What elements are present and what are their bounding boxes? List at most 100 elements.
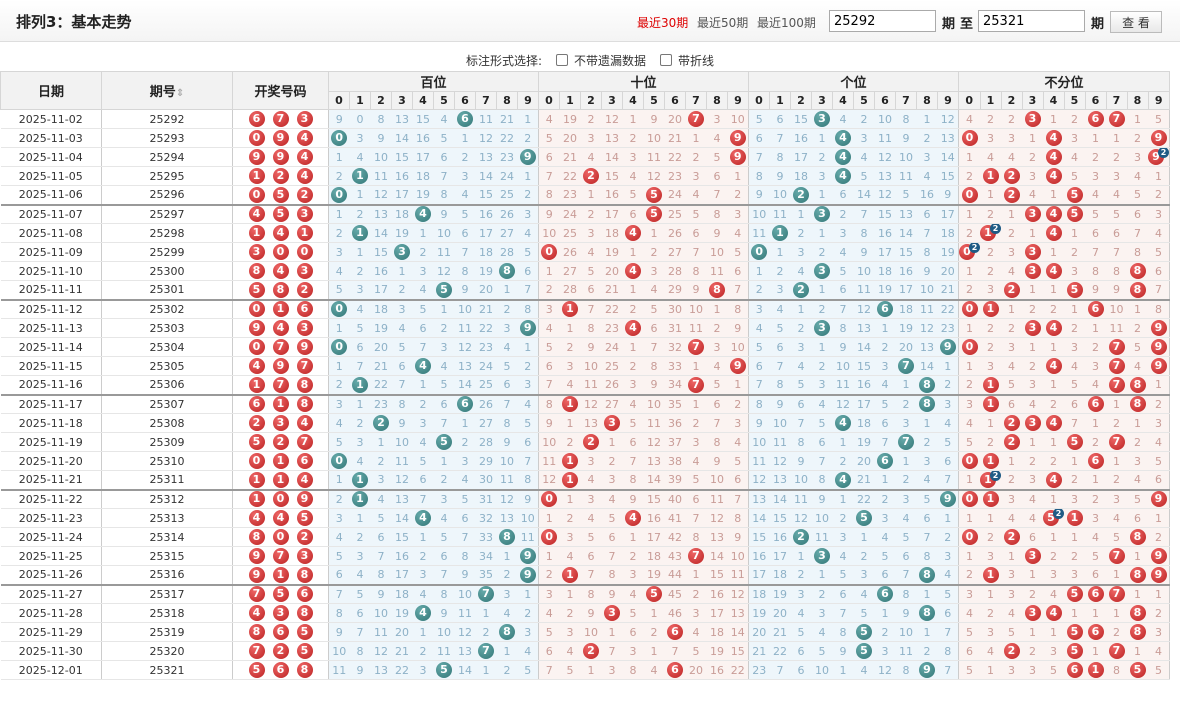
period-100-link[interactable]: 最近100期 [757, 14, 816, 31]
trend-cell: 14 [748, 508, 770, 528]
trend-cell: 8 [496, 261, 518, 281]
trend-cell: 1 [811, 280, 833, 300]
trend-cell: 9 [538, 413, 560, 433]
win-ball: 7 [248, 586, 265, 603]
trend-cell: 5 [412, 298, 434, 319]
trend-cell: 4 [517, 393, 539, 414]
from-issue-input[interactable] [829, 10, 936, 32]
trend-cell: 1 [370, 432, 392, 452]
hit-ball: 1 [982, 376, 999, 393]
date-cell: 2025-11-29 [0, 622, 102, 642]
win-ball: 9 [272, 358, 289, 374]
date-header[interactable]: 日期 [0, 71, 102, 110]
trend-cell: 4 [1043, 261, 1064, 281]
trend-cell: 5 [790, 622, 812, 642]
trend-cell: 1 [811, 128, 833, 148]
trend-cell: 4 [433, 508, 455, 528]
trend-cell: 34 [475, 546, 497, 566]
trend-cell: 22 [937, 298, 959, 319]
digit-header: 3 [391, 91, 413, 110]
hit-ball: 5 [856, 624, 872, 640]
trend-cell: 2 [433, 470, 455, 490]
no-missing-label[interactable]: 不带遗漏数据 [574, 54, 646, 68]
trend-cell: 9 [517, 565, 539, 585]
trend-cell: 3 [980, 622, 1001, 642]
period-50-link[interactable]: 最近50期 [697, 14, 748, 31]
trend-cell: 12 [980, 470, 1001, 490]
trend-cell: 1 [412, 223, 434, 243]
hit-ball: 3 [1024, 206, 1041, 223]
trend-cell: 8 [748, 166, 770, 186]
win-number-cell: 016 [232, 451, 329, 471]
trend-cell: 15 [412, 109, 434, 129]
trend-cell: 3 [1043, 641, 1064, 661]
win-number-cell: 994 [232, 147, 329, 167]
trend-cell: 3 [1148, 203, 1170, 224]
no-missing-checkbox[interactable] [556, 54, 568, 66]
trend-cell: 1 [685, 393, 707, 414]
trend-cell: 3 [454, 451, 476, 471]
trend-cell: 1 [328, 203, 350, 224]
trend-cell: 8 [685, 527, 707, 547]
digit-header: 1 [349, 91, 371, 110]
trend-cell: 3 [1064, 565, 1085, 585]
trend-cell: 1 [916, 583, 938, 604]
win-ball: 6 [248, 111, 265, 127]
trend-cell: 2 [1022, 356, 1043, 376]
trend-cell: 9 [1148, 546, 1170, 566]
trend-cell: 1 [328, 147, 350, 167]
to-issue-input[interactable] [978, 10, 1085, 32]
trend-cell: 1 [559, 318, 581, 338]
win-number-cell: 673 [232, 109, 329, 129]
trend-cell: 7 [370, 546, 392, 566]
trend-cell: 1 [1085, 660, 1106, 680]
trend-cell: 7 [643, 337, 665, 357]
period-30-link[interactable]: 最近30期 [637, 14, 688, 31]
trend-cell: 6 [454, 508, 476, 528]
hit-ball: 4 [1045, 168, 1062, 184]
win-ball: 1 [248, 471, 265, 488]
trend-cell: 15 [391, 527, 413, 547]
trend-cell: 3 [1001, 242, 1022, 262]
with-line-label[interactable]: 带折线 [678, 54, 714, 68]
win-number-cell: 114 [232, 470, 329, 490]
win-number-cell: 445 [232, 508, 329, 528]
trend-cell: 9 [433, 603, 455, 623]
trend-cell: 4 [895, 508, 917, 528]
trend-cell: 20 [895, 337, 917, 357]
trend-cell: 7 [685, 109, 707, 129]
trend-cell: 7 [769, 356, 791, 376]
issue-header[interactable]: 期号⇕ [101, 71, 233, 110]
trend-cell: 3 [328, 508, 350, 528]
trend-cell: 4 [1043, 603, 1064, 623]
trend-cell: 18 [475, 242, 497, 262]
trend-cell: 1 [580, 660, 602, 680]
trend-cell: 3 [601, 413, 623, 433]
hit-ball: 5 [646, 186, 662, 203]
trend-cell: 9 [1148, 356, 1170, 376]
trend-cell: 6 [937, 603, 959, 623]
trend-cell: 6 [454, 109, 476, 129]
trend-cell: 23 [496, 147, 518, 167]
trend-cell: 12 [643, 432, 665, 452]
trend-cell: 6 [727, 261, 749, 281]
trend-cell: 4 [874, 375, 896, 395]
win-ball: 7 [272, 376, 289, 393]
sort-icon[interactable]: ⇕ [176, 88, 184, 99]
trend-cell: 4 [1043, 318, 1064, 338]
hit-ball: 0 [961, 130, 978, 146]
trend-cell: 4 [790, 261, 812, 281]
trend-cell: 4 [622, 318, 644, 338]
trend-cell: 8 [538, 185, 560, 205]
trend-cell: 0 [958, 337, 980, 357]
trend-cell: 5 [1148, 242, 1170, 262]
trend-cell: 12 [706, 508, 728, 528]
with-line-checkbox[interactable] [660, 54, 673, 66]
trend-cell: 14 [643, 470, 665, 490]
trend-cell: 8 [748, 393, 770, 414]
query-button[interactable]: 查 看 [1110, 11, 1162, 33]
trend-cell: 12 [916, 318, 938, 338]
win-ball: 3 [272, 605, 289, 621]
trend-cell: 1 [895, 451, 917, 471]
trend-cell: 2 [790, 280, 812, 300]
